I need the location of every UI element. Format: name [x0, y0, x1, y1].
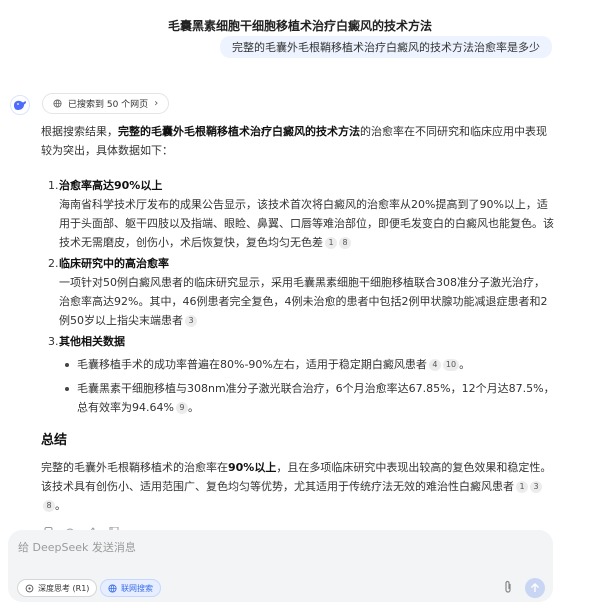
- citation-badge[interactable]: 3: [185, 315, 197, 327]
- citation-badge[interactable]: 10: [442, 359, 460, 371]
- chevron-right-icon: ›: [154, 98, 159, 109]
- finding-title: 治愈率高达90%以上: [59, 179, 163, 192]
- globe-icon: [53, 99, 62, 108]
- citation-badge[interactable]: 1: [325, 237, 337, 249]
- deepseek-whale-icon: [10, 95, 30, 115]
- message-input[interactable]: 给 DeepSeek 发送消息: [18, 539, 136, 555]
- bullet-item: 毛囊黑素干细胞移植与308nm准分子激光联合治疗，6个月治愈率达67.85%，1…: [59, 379, 555, 417]
- arrow-up-icon: [531, 583, 539, 592]
- search-results-label: 已搜索到 50 个网页: [68, 100, 149, 110]
- bullet-item: 毛囊移植手术的成功率普遍在80%-90%左右，适用于稳定期白癜风患者 4 10。: [59, 355, 555, 374]
- deep-think-toggle[interactable]: 深度思考 (R1): [17, 579, 98, 597]
- citation-badge[interactable]: 9: [175, 402, 188, 414]
- finding-title: 临床研究中的高治愈率: [59, 257, 169, 270]
- finding-item: 1. 治愈率高达90%以上 海南省科学技术厅发布的成果公告显示，该技术首次将白癜…: [41, 176, 555, 252]
- finding-item: 2. 临床研究中的高治愈率 一项针对50例白癜风患者的临床研究显示，采用毛囊黑素…: [41, 254, 555, 330]
- search-results-toggle[interactable]: 已搜索到 50 个网页 ›: [42, 93, 170, 114]
- citation-badge[interactable]: 8: [339, 237, 351, 249]
- citation-badge[interactable]: 3: [530, 481, 542, 493]
- think-icon: [25, 584, 34, 592]
- answer-intro: 根据搜索结果，完整的毛囊外毛根鞘移植术治疗白癜风的技术方法的治愈率在不同研究和临…: [41, 125, 547, 157]
- globe-icon: [108, 583, 117, 593]
- page-title: 毛囊黑素细胞干细胞移植术治疗白癜风的技术方法: [167, 19, 432, 33]
- citation-badge[interactable]: 1: [516, 481, 528, 493]
- user-message: 完整的毛囊外毛根鞘移植术治疗白癜风的技术方法治愈率是多少: [220, 36, 552, 58]
- citation-badge[interactable]: 8: [43, 500, 55, 512]
- finding-title: 其他相关数据: [59, 335, 125, 348]
- findings-list: 1. 治愈率高达90%以上 海南省科学技术厅发布的成果公告显示，该技术首次将白癜…: [41, 176, 555, 417]
- finding-text: 一项针对50例白癜风患者的临床研究显示，采用毛囊黑素细胞干细胞移植联合308准分…: [59, 276, 548, 327]
- web-search-toggle[interactable]: 联网搜索: [100, 579, 161, 597]
- citation-badge[interactable]: 4: [428, 359, 441, 371]
- summary-text: 完整的毛囊外毛根鞘移植术的治愈率在90%以上，且在多项临床研究中表现出较高的复色…: [41, 461, 552, 512]
- finding-text: 海南省科学技术厅发布的成果公告显示，该技术首次将白癜风的治愈率从20%提高到了9…: [59, 198, 554, 249]
- send-button[interactable]: [525, 578, 545, 598]
- summary-heading: 总结: [41, 433, 68, 448]
- message-composer: 给 DeepSeek 发送消息 深度思考 (R1) 联网搜索: [8, 530, 553, 602]
- assistant-answer: 根据搜索结果，完整的毛囊外毛根鞘移植术治疗白癜风的技术方法的治愈率在不同研究和临…: [41, 122, 555, 515]
- paperclip-icon[interactable]: [503, 580, 513, 598]
- finding-bullets: 毛囊移植手术的成功率普遍在80%-90%左右，适用于稳定期白癜风患者 4 10。 毛…: [59, 355, 555, 417]
- finding-item: 3. 其他相关数据 毛囊移植手术的成功率普遍在80%-90%左右，适用于稳定期白…: [41, 332, 555, 417]
